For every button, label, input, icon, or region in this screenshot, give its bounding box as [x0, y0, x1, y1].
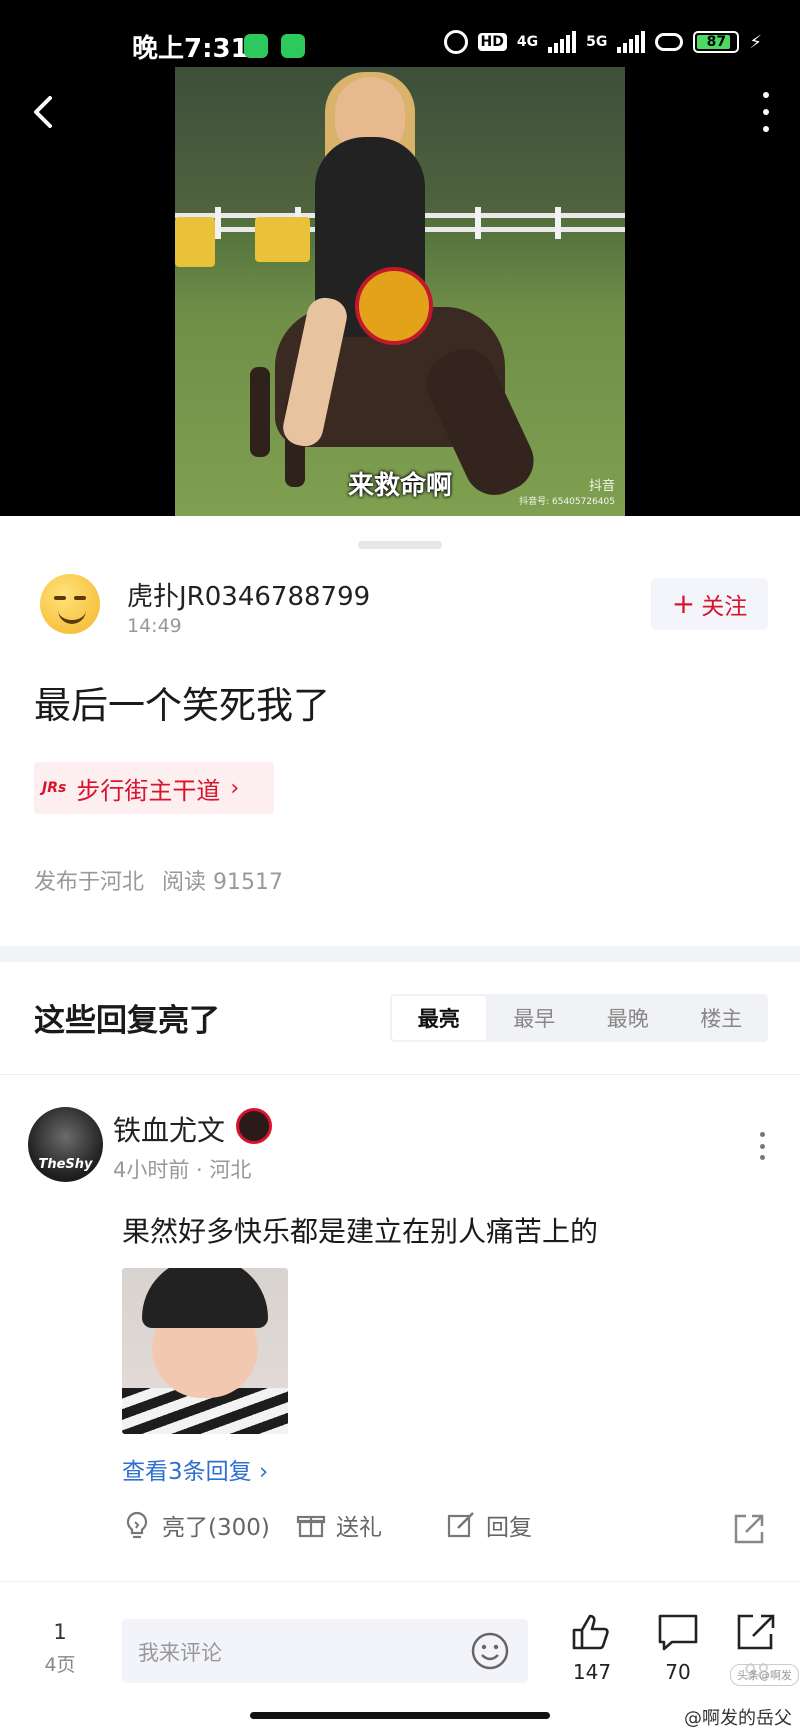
drag-handle[interactable] [358, 541, 442, 549]
more-options-icon[interactable] [760, 92, 772, 132]
video-watermark: 抖音 抖音号: 65405726405 [519, 475, 615, 507]
share-arrow-icon [737, 1614, 775, 1650]
yellow-chair [175, 217, 215, 267]
hd-voice-icon: HD [477, 33, 507, 51]
comment-input-placeholder: 我来评论 [138, 1641, 222, 1665]
author-name[interactable]: 虎扑JR0346788799 [127, 576, 370, 613]
status-time: 晚上7:31 [132, 34, 249, 64]
post-time: 14:49 [127, 615, 182, 637]
emoji-icon[interactable] [470, 1631, 510, 1671]
plus-icon: + [671, 587, 696, 620]
avatar-text: TheShy [38, 1157, 93, 1172]
tab-latest[interactable]: 最晚 [581, 994, 675, 1042]
author-avatar[interactable] [40, 574, 100, 634]
comment-input[interactable]: 我来评论 [122, 1619, 528, 1683]
image-hat [142, 1268, 268, 1328]
edit-icon [447, 1512, 474, 1538]
thumbs-up-icon [572, 1614, 609, 1650]
tab-op-only[interactable]: 楼主 [675, 994, 769, 1042]
lightbulb-icon [126, 1511, 148, 1539]
share-icon[interactable] [732, 1512, 766, 1546]
status-indicators: HD 4G 5G 87 ⚡ [443, 30, 762, 54]
comment-bubble-icon [658, 1614, 698, 1651]
video-frame[interactable]: 来救命啊 抖音 抖音号: 65405726405 [175, 67, 625, 516]
horse-leg [250, 367, 270, 457]
comment-image[interactable] [122, 1268, 288, 1434]
saddle [355, 267, 433, 345]
avatar-eye [54, 596, 66, 600]
board-name: 步行街主干道 [76, 776, 221, 805]
view-replies-link[interactable]: 查看3条回复 › [122, 1452, 268, 1486]
avatar-eye [74, 596, 86, 600]
app-notification-icon [281, 34, 305, 58]
network-4g-label: 4G [516, 34, 539, 50]
comment-more-icon[interactable] [760, 1132, 766, 1160]
page-indicator[interactable]: 1 4页 [40, 1620, 80, 1677]
comments-button[interactable]: 70 [648, 1612, 708, 1684]
light-label: 亮了(300) [162, 1515, 270, 1541]
status-bar: 晚上7:31 HD 4G 5G 87 ⚡ [0, 26, 800, 66]
comment-actions: 亮了(300) 送礼 回复 [122, 1508, 772, 1552]
divider [0, 1581, 800, 1582]
post-location: 发布于河北 [34, 870, 145, 895]
gift-label: 送礼 [336, 1515, 382, 1541]
video-player[interactable]: 晚上7:31 HD 4G 5G 87 ⚡ 来救命啊 抖音 抖音号: 654057… [0, 0, 800, 516]
avatar-mouth [58, 610, 86, 624]
corner-watermark: @啊发的岳父 [684, 1708, 792, 1729]
board-tag[interactable]: JRs 步行街主干道 › [34, 762, 274, 814]
commenter-name[interactable]: 铁血尤文 [113, 1109, 225, 1149]
back-arrow-icon[interactable] [28, 92, 60, 132]
sort-tabs: 最亮 最早 最晚 楼主 [390, 994, 768, 1042]
page-total: 4页 [44, 1654, 76, 1676]
reply-button[interactable]: 回复 [446, 1508, 532, 1542]
yellow-chair-2 [255, 217, 310, 262]
section-divider [0, 946, 800, 962]
tab-hottest[interactable]: 最亮 [392, 996, 486, 1040]
comment-meta: 4小时前 · 河北 [113, 1158, 252, 1182]
comment-count: 70 [665, 1660, 691, 1684]
divider [0, 1074, 800, 1075]
battery-icon: 87 [693, 31, 740, 53]
post-reads: 阅读 91517 [162, 870, 283, 895]
commenter-avatar[interactable]: TheShy [28, 1107, 103, 1182]
gift-icon [296, 1515, 326, 1538]
wechat-notification-icon [244, 34, 268, 58]
battery-level: 87 [706, 34, 727, 50]
network-5g-label: 5G [586, 34, 608, 50]
user-badge-icon [236, 1108, 272, 1144]
follow-button[interactable]: + 关注 [651, 578, 768, 630]
page-current: 1 [53, 1620, 67, 1644]
follow-label: 关注 [701, 594, 748, 620]
home-indicator[interactable] [250, 1712, 550, 1719]
chevron-right-icon: › [230, 775, 240, 801]
gift-button[interactable]: 送礼 [296, 1508, 382, 1542]
signal-icon [548, 31, 577, 53]
replies-section-title: 这些回复亮了 [34, 1003, 220, 1039]
light-button[interactable]: 亮了(300) [122, 1508, 270, 1542]
link-icon [655, 33, 684, 51]
tab-earliest[interactable]: 最早 [488, 994, 582, 1042]
douyin-id: 抖音号: 65405726405 [519, 497, 615, 507]
post-title: 最后一个笑死我了 [34, 684, 330, 727]
douyin-watermark: 抖音 [588, 479, 615, 494]
alarm-icon [443, 30, 468, 54]
charging-icon: ⚡ [749, 31, 762, 53]
like-button[interactable]: 147 [562, 1612, 622, 1684]
comment-text: 果然好多快乐都是建立在别人痛苦上的 [122, 1215, 599, 1248]
jrs-logo-icon: JRs [42, 780, 67, 796]
signal-icon-2 [617, 31, 646, 53]
stamp-watermark: 头条@啊发 [730, 1664, 799, 1686]
reply-label: 回复 [486, 1515, 532, 1541]
like-count: 147 [572, 1660, 612, 1684]
post-meta: 发布于河北 阅读 91517 [34, 864, 283, 896]
